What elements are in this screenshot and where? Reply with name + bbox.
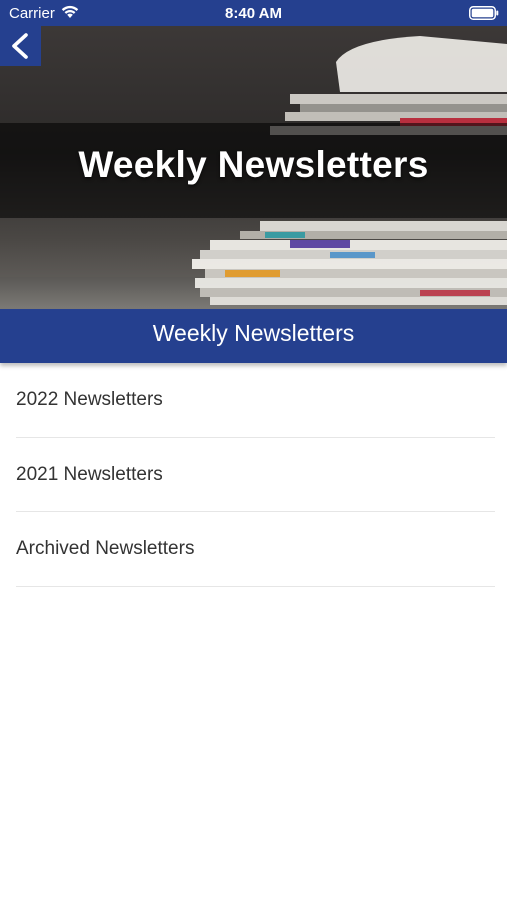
list-item-archived-newsletters[interactable]: Archived Newsletters (16, 512, 495, 587)
section-title: Weekly Newsletters (0, 309, 507, 363)
list-item-2022-newsletters[interactable]: 2022 Newsletters (16, 363, 495, 438)
list-item-2021-newsletters[interactable]: 2021 Newsletters (16, 438, 495, 512)
hero-banner: Weekly Newsletters (0, 26, 507, 309)
newsletter-list: 2022 Newsletters 2021 Newsletters Archiv… (0, 363, 507, 587)
status-time: 8:40 AM (225, 5, 282, 22)
status-bar: Carrier 8:40 AM (0, 0, 507, 26)
hero-title: Weekly Newsletters (78, 144, 429, 185)
chevron-left-icon (12, 33, 28, 59)
battery-icon (469, 6, 499, 20)
back-button[interactable] (0, 26, 41, 66)
